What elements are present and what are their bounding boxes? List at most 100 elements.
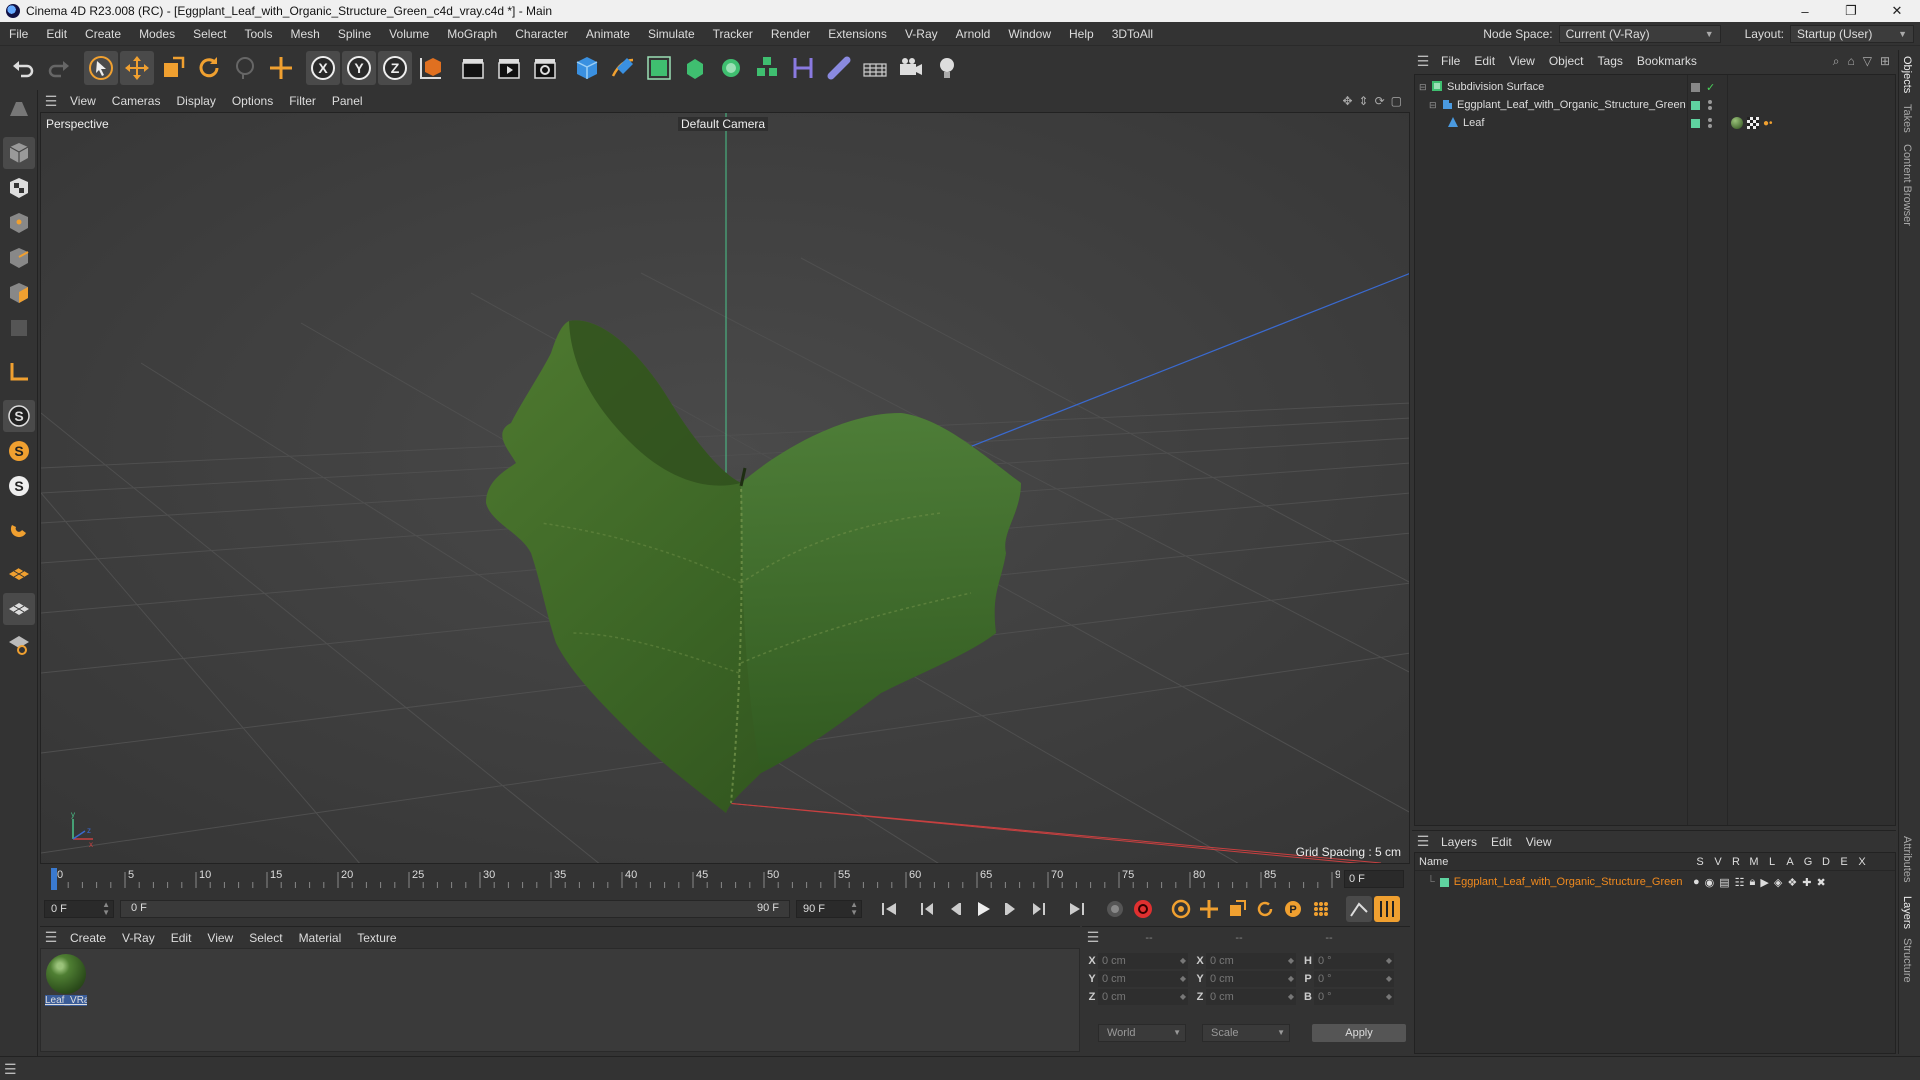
coordinate-system-button[interactable] bbox=[414, 51, 448, 85]
points-mode-button[interactable] bbox=[3, 207, 35, 239]
field-button[interactable] bbox=[822, 51, 856, 85]
tab-structure[interactable]: Structure bbox=[1901, 938, 1913, 983]
key-position-button[interactable] bbox=[1196, 896, 1222, 922]
locked-workplane-button[interactable] bbox=[3, 628, 35, 660]
enabled-check-icon[interactable]: ✓ bbox=[1706, 81, 1715, 94]
key-rotation-button[interactable] bbox=[1252, 896, 1278, 922]
menu-volume[interactable]: Volume bbox=[380, 27, 438, 41]
preview-range-slider[interactable]: 0 F 90 F bbox=[120, 900, 790, 918]
viewport-menu-filter[interactable]: Filter bbox=[281, 94, 324, 108]
menu-tools[interactable]: Tools bbox=[235, 27, 281, 41]
object-row-leaf[interactable]: Leaf ●• bbox=[1415, 113, 1895, 133]
menu-character[interactable]: Character bbox=[506, 27, 577, 41]
hamburger-icon[interactable]: ☰ bbox=[4, 1061, 17, 1078]
playhead-marker[interactable] bbox=[51, 868, 57, 890]
goto-end-button[interactable] bbox=[1064, 896, 1090, 922]
menu-render[interactable]: Render bbox=[762, 27, 819, 41]
material-menu-create[interactable]: Create bbox=[62, 931, 114, 945]
layer-row[interactable]: └ Eggplant_Leaf_with_Organic_Structure_G… bbox=[1415, 873, 1895, 891]
lock-icon[interactable]: 🔒︎ bbox=[1750, 876, 1756, 889]
play-button[interactable] bbox=[970, 896, 996, 922]
menu-animate[interactable]: Animate bbox=[577, 27, 639, 41]
extrude-button[interactable] bbox=[678, 51, 712, 85]
menu-file[interactable]: File bbox=[0, 27, 37, 41]
snap-settings-button[interactable]: S bbox=[3, 435, 35, 467]
coordinate-space-dropdown[interactable]: World ▼ bbox=[1098, 1024, 1186, 1042]
menu-modes[interactable]: Modes bbox=[130, 27, 184, 41]
timeline-view-button[interactable] bbox=[1374, 896, 1400, 922]
position-y-field[interactable]: 0 cm ◆ bbox=[1098, 971, 1188, 987]
om-menu-view[interactable]: View bbox=[1502, 54, 1542, 68]
model-mode-button[interactable] bbox=[3, 137, 35, 169]
deformer-button[interactable] bbox=[786, 51, 820, 85]
grid-plane-button[interactable] bbox=[3, 558, 35, 590]
uvw-tag-icon[interactable] bbox=[1747, 117, 1759, 129]
object-row-subdivision-surface[interactable]: ⊟ Subdivision Surface ✓ bbox=[1415, 77, 1895, 97]
start-frame-field[interactable]: 0 F ▲ ▼ bbox=[44, 900, 114, 918]
spline-pen-button[interactable] bbox=[606, 51, 640, 85]
zoom-view-icon[interactable]: ⇕ bbox=[1359, 94, 1369, 108]
om-menu-tags[interactable]: Tags bbox=[1591, 54, 1630, 68]
texture-mode-button[interactable] bbox=[3, 172, 35, 204]
size-mode-dropdown[interactable]: Scale ▼ bbox=[1202, 1024, 1290, 1042]
maximize-view-icon[interactable]: ▢ bbox=[1391, 94, 1402, 108]
layers-menu-layers[interactable]: Layers bbox=[1434, 835, 1484, 849]
transform-tool-button[interactable] bbox=[264, 51, 298, 85]
grid-settings-button[interactable] bbox=[3, 593, 35, 625]
size-y-field[interactable]: 0 cm ◆ bbox=[1206, 971, 1296, 987]
layers-menu-edit[interactable]: Edit bbox=[1484, 835, 1519, 849]
node-space-dropdown[interactable]: Current (V-Ray) ▼ bbox=[1558, 24, 1721, 43]
maximize-button[interactable]: ❐ bbox=[1828, 0, 1874, 22]
menu-select[interactable]: Select bbox=[184, 27, 235, 41]
next-key-button[interactable] bbox=[1026, 896, 1052, 922]
tab-layers[interactable]: Layers bbox=[1901, 896, 1913, 929]
cube-primitive-button[interactable] bbox=[570, 51, 604, 85]
tab-objects[interactable]: Objects bbox=[1901, 56, 1913, 93]
hamburger-icon[interactable]: ☰ bbox=[1412, 833, 1434, 850]
menu-mesh[interactable]: Mesh bbox=[281, 27, 328, 41]
tab-takes[interactable]: Takes bbox=[1901, 104, 1913, 133]
material-menu-edit[interactable]: Edit bbox=[163, 931, 200, 945]
hamburger-icon[interactable]: ☰ bbox=[40, 929, 62, 946]
rotation-h-field[interactable]: 0 ° ◆ bbox=[1314, 953, 1394, 969]
om-menu-bookmarks[interactable]: Bookmarks bbox=[1630, 54, 1704, 68]
expression-icon[interactable]: ✚ bbox=[1802, 876, 1811, 889]
render-settings-button[interactable] bbox=[528, 51, 562, 85]
next-frame-button[interactable] bbox=[998, 896, 1024, 922]
workplane-button[interactable] bbox=[3, 514, 35, 546]
menu-vray[interactable]: V-Ray bbox=[896, 27, 947, 41]
solo-dot-icon[interactable]: ● bbox=[1693, 876, 1700, 889]
hamburger-icon[interactable]: ☰ bbox=[40, 93, 62, 110]
prev-frame-button[interactable] bbox=[942, 896, 968, 922]
hamburger-icon[interactable]: ☰ bbox=[1082, 929, 1104, 946]
move-tool-button[interactable] bbox=[120, 51, 154, 85]
rotate-tool-button[interactable] bbox=[192, 51, 226, 85]
cloner-button[interactable] bbox=[714, 51, 748, 85]
viewport-menu-cameras[interactable]: Cameras bbox=[104, 94, 169, 108]
om-menu-object[interactable]: Object bbox=[1542, 54, 1591, 68]
undo-button[interactable] bbox=[6, 51, 40, 85]
object-row-eggplant-leaf-group[interactable]: ⊟ Eggplant_Leaf_with_Organic_Structure_G… bbox=[1415, 95, 1895, 115]
menu-mograph[interactable]: MoGraph bbox=[438, 27, 506, 41]
edges-mode-button[interactable] bbox=[3, 242, 35, 274]
deformer-icon[interactable]: ❖ bbox=[1787, 876, 1797, 889]
visibility-dots-icon[interactable] bbox=[1708, 118, 1712, 128]
key-pla-button[interactable] bbox=[1308, 896, 1334, 922]
layers-menu-view[interactable]: View bbox=[1519, 835, 1559, 849]
menu-edit[interactable]: Edit bbox=[37, 27, 76, 41]
close-button[interactable]: ✕ bbox=[1874, 0, 1920, 22]
pan-view-icon[interactable]: ✥ bbox=[1342, 94, 1352, 108]
viewport-menu-view[interactable]: View bbox=[62, 94, 104, 108]
xref-icon[interactable]: ✖ bbox=[1816, 876, 1825, 889]
om-menu-edit[interactable]: Edit bbox=[1467, 54, 1502, 68]
menu-simulate[interactable]: Simulate bbox=[639, 27, 704, 41]
light-button[interactable] bbox=[930, 51, 964, 85]
render-picture-viewer-button[interactable] bbox=[492, 51, 526, 85]
snap-button[interactable]: S bbox=[3, 400, 35, 432]
material-menu-texture[interactable]: Texture bbox=[349, 931, 404, 945]
redo-button[interactable] bbox=[42, 51, 76, 85]
collapse-icon[interactable]: ⊟ bbox=[1419, 82, 1429, 93]
new-panel-icon[interactable]: ⊞ bbox=[1880, 54, 1890, 69]
menu-3dtoall[interactable]: 3DToAll bbox=[1103, 27, 1162, 41]
apply-button[interactable]: Apply bbox=[1312, 1024, 1406, 1042]
